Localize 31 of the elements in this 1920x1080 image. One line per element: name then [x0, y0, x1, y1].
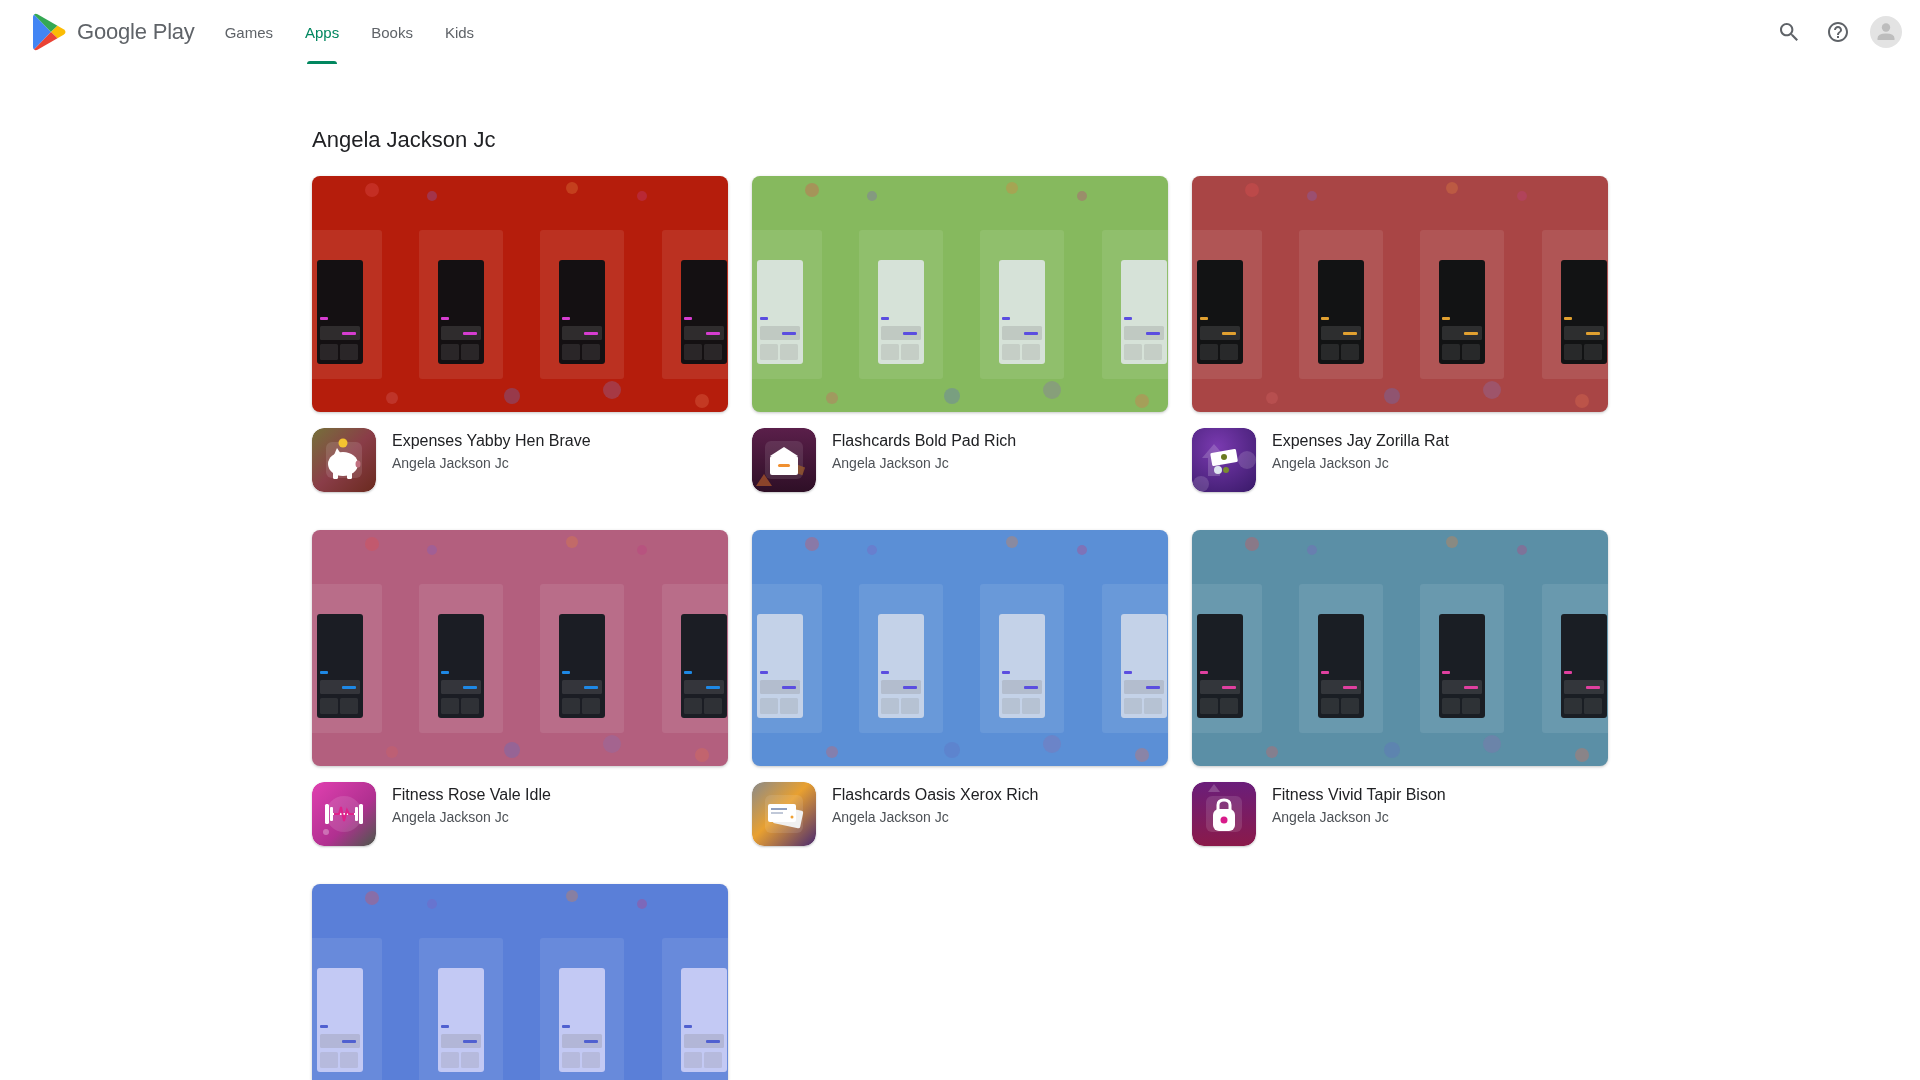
- app-title[interactable]: Fitness Rose Vale Idle: [392, 784, 551, 806]
- nav-tab[interactable]: Kids: [428, 0, 491, 64]
- piggy-bank-icon[interactable]: [312, 428, 376, 492]
- help-icon[interactable]: [1828, 22, 1848, 42]
- kettlebell-icon[interactable]: [1192, 782, 1256, 846]
- app-title[interactable]: Flashcards Oasis Xerox Rich: [832, 784, 1039, 806]
- envelope-icon[interactable]: [752, 428, 816, 492]
- developer-name[interactable]: Angela Jackson Jc: [392, 453, 509, 473]
- nav-tab[interactable]: Games: [208, 0, 289, 64]
- cards-icon[interactable]: [752, 782, 816, 846]
- banknote-icon[interactable]: [1192, 428, 1256, 492]
- app-title[interactable]: Expenses Jay Zorilla Rat: [1272, 430, 1449, 452]
- nav-tab[interactable]: Apps: [289, 0, 356, 64]
- developer-name[interactable]: Angela Jackson Jc: [392, 807, 509, 827]
- developer-name[interactable]: Angela Jackson Jc: [832, 453, 949, 473]
- app-title[interactable]: Flashcards Bold Pad Rich: [832, 430, 1017, 452]
- barbell-icon[interactable]: [312, 782, 376, 846]
- developer-name[interactable]: Angela Jackson Jc: [832, 807, 949, 827]
- app-screenshots-drawing[interactable]: [312, 530, 728, 766]
- app-title[interactable]: Fitness Vivid Tapir Bison: [1272, 784, 1446, 806]
- nav-tab[interactable]: Books: [355, 0, 429, 64]
- app-screenshots-drawing[interactable]: [1192, 176, 1608, 412]
- triangle-logo-icon[interactable]: [32, 13, 66, 51]
- developer-name[interactable]: Angela Jackson Jc: [1272, 807, 1389, 827]
- logo-text[interactable]: Google Play: [77, 18, 195, 46]
- app-screenshots-drawing[interactable]: [1192, 530, 1608, 766]
- developer-name[interactable]: Angela Jackson Jc: [1272, 453, 1389, 473]
- developer-heading: Angela Jackson Jc: [312, 126, 497, 154]
- search-icon[interactable]: [1780, 23, 1798, 41]
- app-title[interactable]: Expenses Yabby Hen Brave: [392, 430, 591, 452]
- app-screenshots-drawing[interactable]: [312, 176, 728, 412]
